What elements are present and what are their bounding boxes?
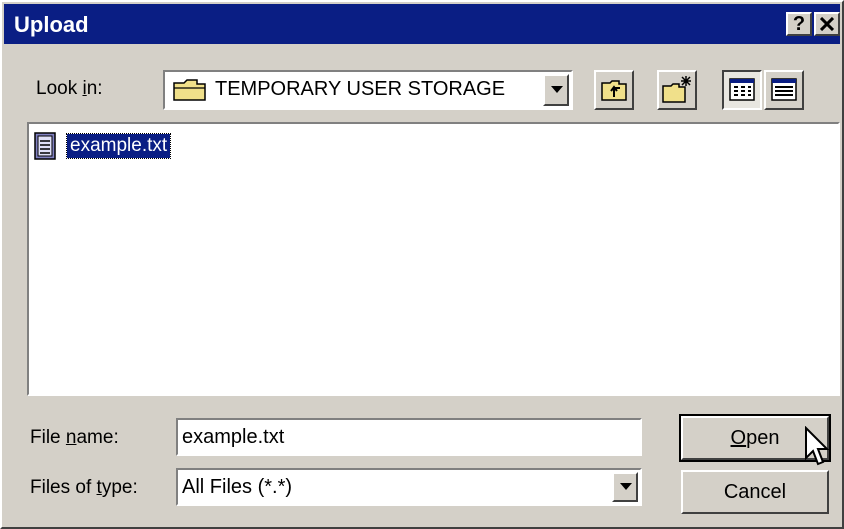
files-of-type-value: All Files (*.*) <box>182 476 293 498</box>
text-file-icon <box>34 132 56 160</box>
files-of-type-dropdown[interactable]: All Files (*.*) <box>176 468 642 506</box>
look-in-dropdown-arrow[interactable] <box>543 74 569 106</box>
details-view-button[interactable] <box>764 70 804 110</box>
close-icon <box>820 17 834 31</box>
file-name-value: example.txt <box>182 426 285 448</box>
look-in-value: TEMPORARY USER STORAGE <box>215 78 506 100</box>
file-list[interactable]: example.txt <box>27 122 840 396</box>
up-one-level-button[interactable] <box>594 70 634 110</box>
cancel-button[interactable]: Cancel <box>681 470 829 514</box>
new-folder-button[interactable] <box>657 70 697 110</box>
file-name-field[interactable]: example.txt <box>176 418 642 456</box>
window-title: Upload <box>14 12 89 37</box>
file-name-label: File name: <box>30 427 119 448</box>
close-button[interactable] <box>814 12 840 36</box>
folder-icon <box>173 79 206 101</box>
files-of-type-label: Files of type: <box>30 477 138 498</box>
new-folder-icon <box>662 76 691 103</box>
title-bar[interactable]: Upload ? <box>4 4 840 44</box>
list-view-icon <box>729 78 755 101</box>
upload-dialog: Upload ? Look in: TEMPORARY USER STORAGE <box>0 0 844 529</box>
mouse-pointer-icon <box>805 426 830 466</box>
list-view-button[interactable] <box>722 70 762 110</box>
details-view-icon <box>771 78 797 101</box>
look-in-label: Look in: <box>36 78 103 99</box>
file-name-label: example.txt <box>65 133 172 159</box>
help-button[interactable]: ? <box>786 12 812 36</box>
look-in-dropdown[interactable]: TEMPORARY USER STORAGE <box>163 70 573 110</box>
files-of-type-dropdown-arrow[interactable] <box>612 472 638 502</box>
up-folder-icon <box>601 80 627 101</box>
